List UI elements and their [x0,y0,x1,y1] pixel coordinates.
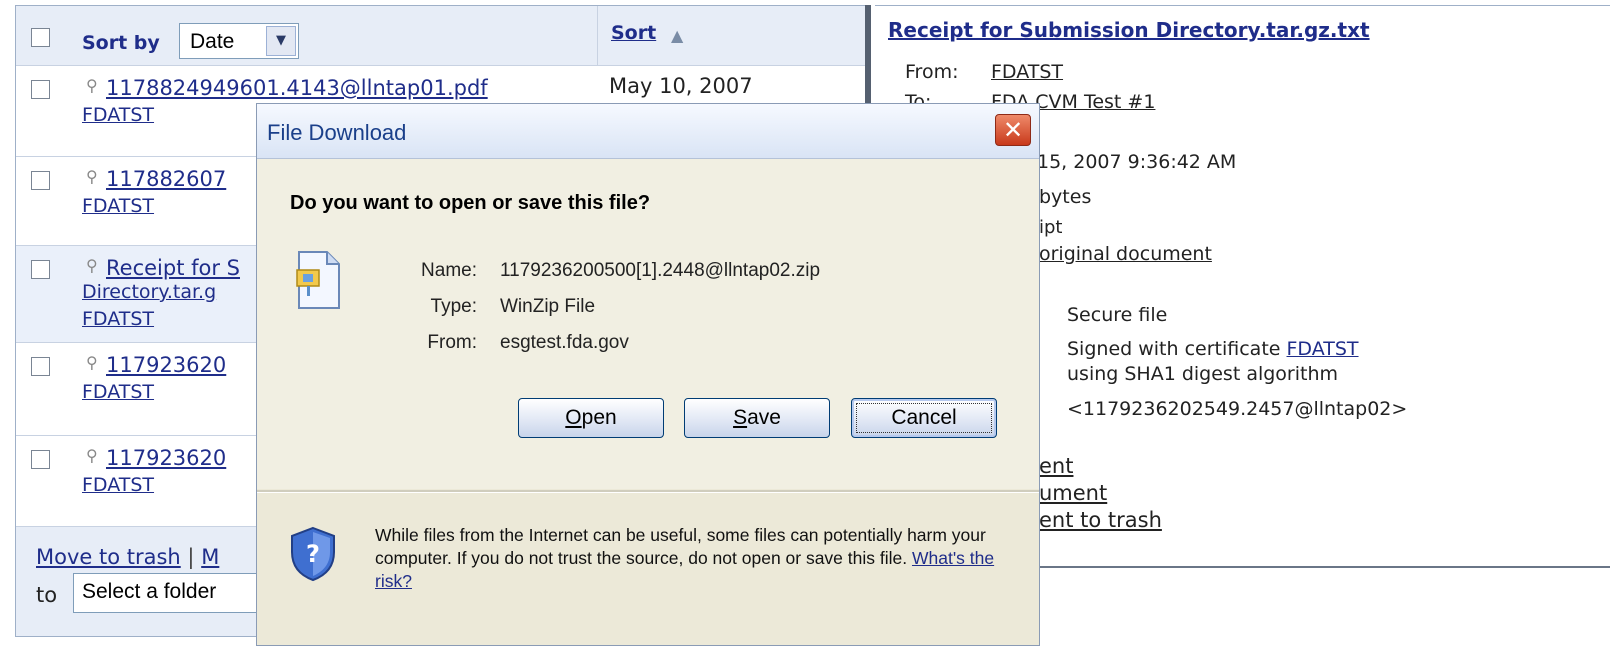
from-label: From: [905,61,959,83]
zip-file-icon [296,251,340,309]
dialog-question: Do you want to open or save this file? [290,192,651,214]
column-divider [597,6,598,65]
magnifier-icon[interactable]: ⚲ [86,256,98,275]
warning-text: While files from the Internet can be use… [375,525,986,568]
magnifier-icon[interactable]: ⚲ [86,446,98,465]
date-value: 15, 2007 9:36:42 AM [1037,151,1237,173]
folder-select-value: Select a folder [82,580,217,603]
open-mnemonic: O [565,406,582,429]
row-checkbox[interactable] [31,171,50,190]
message-subject-link[interactable]: 117882607 [106,167,226,191]
dialog-divider [257,490,1039,493]
sort-link[interactable]: Sort [611,22,656,44]
row-checkbox[interactable] [31,80,50,99]
type-label: Type: [430,296,477,317]
signed-label: Signed with certificate [1067,338,1281,360]
row-checkbox[interactable] [31,260,50,279]
message-subject-link[interactable]: 117923620 [106,353,226,377]
sort-by-label: Sort by [82,32,160,54]
move-to-folder-link[interactable]: M [201,545,219,569]
close-icon[interactable]: ✕ [995,114,1031,146]
footer-actions: Move to trash | M [36,545,219,569]
action-link[interactable]: ument [1039,481,1107,505]
name-label: Name: [421,260,477,281]
message-from-link[interactable]: FDATST [82,308,154,330]
list-header: Sort by Date ▼ Sort ▲ [16,6,866,66]
certificate-link[interactable]: FDATST [1287,338,1359,360]
move-to-trash-link[interactable]: Move to trash [36,545,181,569]
message-subject-link[interactable]: 1178824949601.4143@llntap01.pdf [106,76,488,100]
view-original-link[interactable]: original document [1039,243,1212,265]
sort-select-value: Date [190,30,235,53]
digest-text: using SHA1 digest algorithm [1067,363,1339,385]
security-warning: While files from the Internet can be use… [375,524,1015,593]
move-to-trash-link[interactable]: ent to trash [1039,508,1162,532]
from-value: esgtest.fda.gov [500,332,629,353]
to-label: to [36,583,58,607]
from-label: From: [427,332,477,353]
magnifier-icon[interactable]: ⚲ [86,353,98,372]
message-from-link[interactable]: FDATST [82,104,154,126]
type-value: WinZip File [500,296,596,317]
dialog-title: File Download [267,120,407,145]
preview-title[interactable]: Receipt for Submission Directory.tar.gz.… [888,18,1370,42]
message-subject-link[interactable]: Receipt for S [106,256,240,280]
select-all-checkbox[interactable] [31,28,50,47]
sort-select[interactable]: Date ▼ [179,23,299,59]
save-button[interactable]: Save [684,398,830,438]
from-value-link[interactable]: FDATST [991,61,1063,83]
cancel-button[interactable]: Cancel [851,398,997,438]
message-from-link[interactable]: FDATST [82,195,154,217]
message-from-link[interactable]: FDATST [82,474,154,496]
name-value: 1179236200500[1].2448@llntap02.zip [500,260,821,281]
chevron-down-icon[interactable]: ▼ [266,26,296,56]
file-download-dialog: File Download ✕ Do you want to open or s… [256,103,1040,646]
footer-separator: | [187,545,195,569]
folder-select[interactable]: Select a folder [73,573,273,613]
row-checkbox[interactable] [31,450,50,469]
message-id: <1179236202549.2457@llntap02> [1067,398,1408,420]
action-link[interactable]: ent [1039,454,1073,478]
cancel-label: Cancel [891,406,957,429]
size-value: bytes [1039,186,1092,208]
save-mnemonic: S [733,406,748,429]
message-subject-link[interactable]: 117923620 [106,446,226,470]
sort-up-icon: ▲ [671,26,684,45]
signed-with-text: Signed with certificate FDATST [1067,338,1359,360]
message-date: May 10, 2007 [609,74,753,98]
magnifier-icon[interactable]: ⚲ [86,167,98,186]
message-subject-link-line2[interactable]: Directory.tar.g [82,281,216,303]
message-from-link[interactable]: FDATST [82,381,154,403]
security-shield-icon: ? [291,526,335,582]
open-button[interactable]: Open [518,398,664,438]
type-value: ipt [1039,217,1063,238]
dialog-titlebar[interactable]: File Download ✕ [257,104,1039,159]
magnifier-icon[interactable]: ⚲ [86,76,98,95]
save-label-rest: ave [747,406,781,429]
row-checkbox[interactable] [31,357,50,376]
svg-text:?: ? [306,540,320,568]
open-label-rest: pen [581,406,617,429]
secure-file-text: Secure file [1067,304,1168,326]
